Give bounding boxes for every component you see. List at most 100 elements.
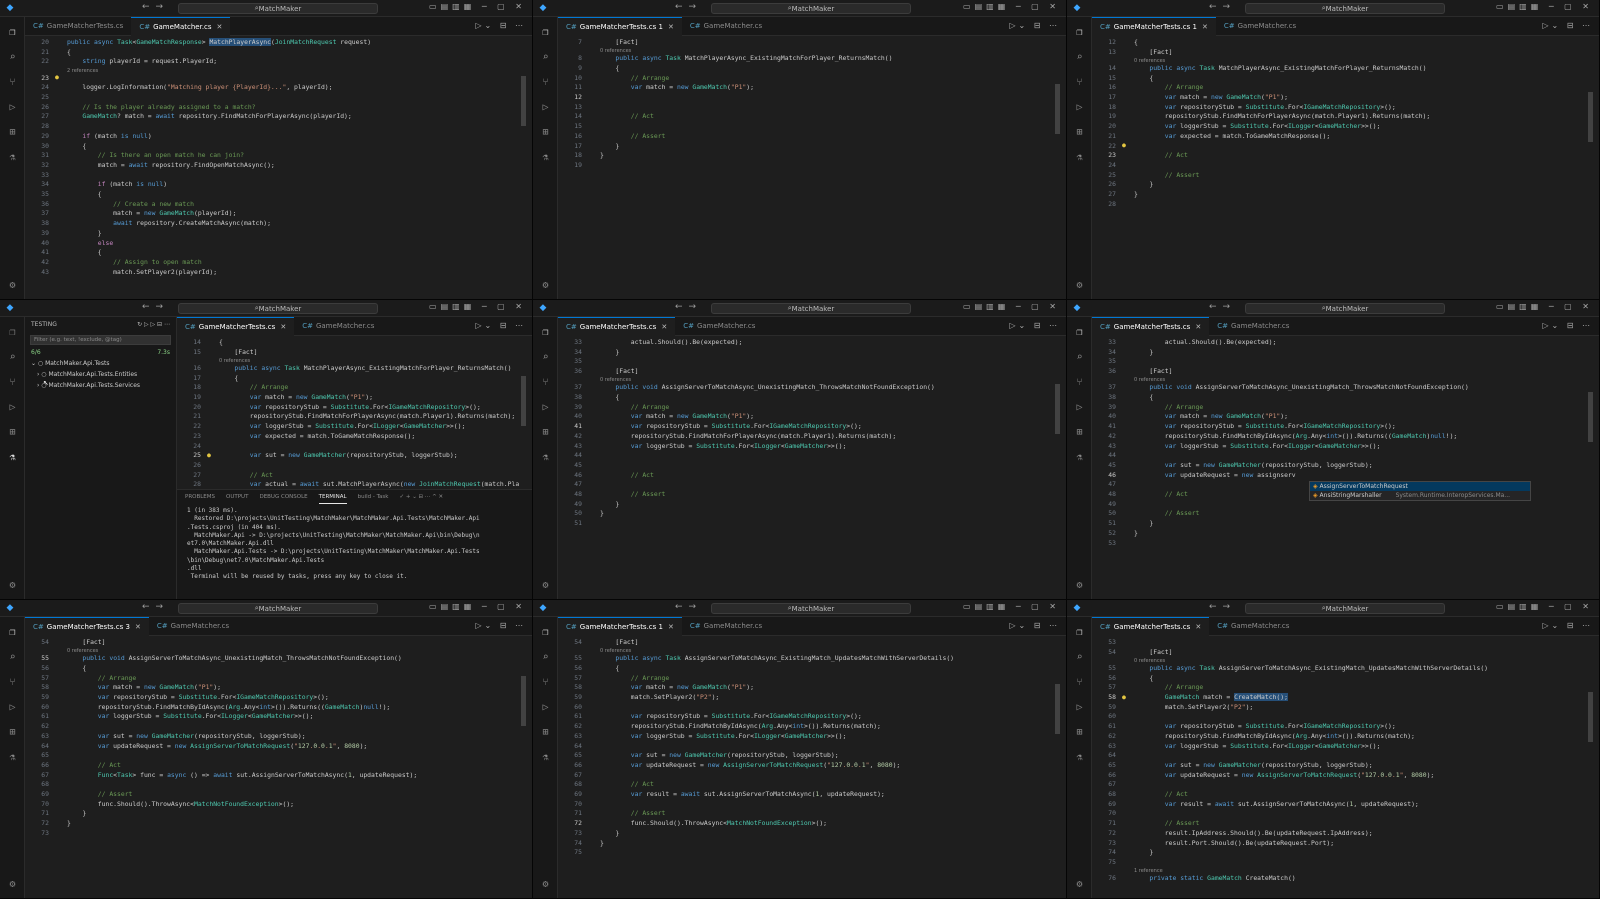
- lightbulb-icon[interactable]: ●: [1122, 141, 1126, 149]
- window-controls[interactable]: ▭▤▥▦ ─ ▢ ✕: [963, 602, 1060, 611]
- testing-icon[interactable]: ⚗: [6, 752, 19, 763]
- extensions-icon[interactable]: ⊞: [6, 427, 19, 438]
- code-editor[interactable]: 54 [Fact] 0 references 55 public void Assi…: [25, 636, 532, 898]
- extensions-icon[interactable]: ⊞: [539, 727, 552, 738]
- terminal-task-label[interactable]: build - Task: [358, 494, 389, 504]
- testing-icon[interactable]: ⚗: [6, 152, 19, 163]
- gear-icon[interactable]: ⚙: [1073, 580, 1086, 591]
- testing-icon[interactable]: ⚗: [6, 452, 19, 463]
- testing-icon[interactable]: ⚗: [539, 152, 552, 163]
- close-icon[interactable]: ✕: [1202, 23, 1208, 31]
- testing-actions-icon[interactable]: ↻ ▷ ▷ ⊟ ⋯: [137, 321, 170, 329]
- tab-source[interactable]: C# GameMatcher.cs: [1216, 17, 1304, 36]
- command-center-search[interactable]: ⌕ MatchMaker: [178, 3, 378, 14]
- search-icon[interactable]: ⌕: [539, 352, 552, 363]
- testing-icon[interactable]: ⚗: [1073, 752, 1086, 763]
- tab-source[interactable]: C# GameMatcher.cs: [682, 17, 770, 36]
- code-editor[interactable]: 7 [Fact] 0 references 8 public async Task …: [558, 36, 1066, 299]
- close-icon[interactable]: ✕: [135, 623, 141, 631]
- back-forward-icon[interactable]: ←→: [142, 2, 169, 12]
- gear-icon[interactable]: ⚙: [6, 280, 19, 291]
- editor-actions-icon[interactable]: ▷⌄ ⊟ ⋯: [475, 621, 526, 630]
- editor-actions-icon[interactable]: ▷⌄ ⊟ ⋯: [1542, 321, 1593, 330]
- close-icon[interactable]: ✕: [668, 623, 674, 631]
- close-icon[interactable]: ✕: [1195, 623, 1201, 631]
- tab-tests[interactable]: C# GameMatcherTests.cs ✕: [177, 317, 295, 336]
- tab-tests[interactable]: C# GameMatcherTests.cs ✕: [558, 317, 676, 336]
- suggestion-item[interactable]: ◈ AnsiStringMarshaller System.Runtime.Int…: [1310, 491, 1530, 500]
- code-editor[interactable]: 33 actual.Should().Be(expected); 34 } 35 36…: [558, 336, 1066, 599]
- tab-tests[interactable]: C# GameMatcherTests.cs 1 ✕: [558, 617, 682, 636]
- back-forward-icon[interactable]: ←→: [675, 302, 702, 312]
- command-center-search[interactable]: ⌕ MatchMaker: [1245, 3, 1445, 14]
- panel-tab[interactable]: TERMINAL: [318, 494, 347, 504]
- search-icon[interactable]: ⌕: [6, 652, 19, 663]
- lightbulb-icon[interactable]: ●: [55, 73, 59, 81]
- command-center-search[interactable]: ⌕ MatchMaker: [1245, 303, 1445, 314]
- explorer-icon[interactable]: ❐: [6, 627, 19, 638]
- panel-tab[interactable]: PROBLEMS: [185, 494, 215, 504]
- back-forward-icon[interactable]: ←→: [142, 602, 169, 612]
- close-icon[interactable]: ✕: [661, 323, 667, 331]
- source-control-icon[interactable]: ⑂: [539, 677, 552, 688]
- explorer-icon[interactable]: ❐: [539, 27, 552, 38]
- panel-tab[interactable]: OUTPUT: [226, 494, 248, 504]
- window-controls[interactable]: ▭▤▥▦ ─ ▢ ✕: [429, 2, 526, 11]
- code-editor[interactable]: 53 54 [Fact] 0 references 55 public async T…: [1092, 636, 1599, 898]
- scrollbar[interactable]: [1055, 684, 1060, 734]
- scrollbar[interactable]: [1588, 392, 1593, 442]
- scrollbar[interactable]: [1588, 92, 1593, 142]
- scrollbar[interactable]: [521, 376, 526, 426]
- run-debug-icon[interactable]: ▷: [6, 402, 19, 413]
- test-tree-item[interactable]: ⌄ ○ MatchMaker.Api.Tests: [25, 358, 176, 369]
- tab-tests[interactable]: C# GameMatcherTests.cs ✕: [1092, 317, 1210, 336]
- tab-tests[interactable]: C# GameMatcherTests.cs ✕: [1092, 617, 1210, 636]
- command-center-search[interactable]: ⌕ MatchMaker: [178, 603, 378, 614]
- tab-source[interactable]: C# GameMatcher.cs: [682, 617, 770, 636]
- code-editor[interactable]: 14{15 [Fact] 0 references 16 public async …: [177, 336, 532, 489]
- explorer-icon[interactable]: ❐: [1073, 327, 1086, 338]
- scrollbar[interactable]: [1588, 692, 1593, 742]
- search-icon[interactable]: ⌕: [6, 352, 19, 363]
- panel-tab[interactable]: DEBUG CONSOLE: [259, 494, 307, 504]
- run-debug-icon[interactable]: ▷: [1073, 702, 1086, 713]
- close-icon[interactable]: ✕: [1195, 323, 1201, 331]
- testing-icon[interactable]: ⚗: [539, 452, 552, 463]
- tab-source[interactable]: C# GameMatcher.cs ✕: [131, 17, 231, 36]
- source-control-icon[interactable]: ⑂: [1073, 377, 1086, 388]
- explorer-icon[interactable]: ❐: [1073, 27, 1086, 38]
- source-control-icon[interactable]: ⑂: [539, 77, 552, 88]
- window-controls[interactable]: ▭▤▥▦ ─ ▢ ✕: [429, 602, 526, 611]
- testing-icon[interactable]: ⚗: [1073, 152, 1086, 163]
- command-center-search[interactable]: ⌕ MatchMaker: [711, 303, 911, 314]
- extensions-icon[interactable]: ⊞: [6, 127, 19, 138]
- scrollbar[interactable]: [1055, 384, 1060, 434]
- code-editor[interactable]: 12{13 [Fact] 0 references 14 public async …: [1092, 36, 1599, 299]
- close-icon[interactable]: ✕: [217, 23, 223, 31]
- command-center-search[interactable]: ⌕ MatchMaker: [711, 3, 911, 14]
- tab-source[interactable]: C# GameMatcher.cs: [675, 317, 763, 336]
- tab-source[interactable]: C# GameMatcher.cs: [149, 617, 237, 636]
- extensions-icon[interactable]: ⊞: [539, 127, 552, 138]
- editor-actions-icon[interactable]: ▷⌄ ⊟ ⋯: [1009, 321, 1060, 330]
- suggestion-item[interactable]: ◈ AssignServerToMatchRequest: [1310, 482, 1530, 492]
- editor-actions-icon[interactable]: ▷⌄ ⊟ ⋯: [475, 21, 526, 30]
- command-center-search[interactable]: ⌕ MatchMaker: [1245, 603, 1445, 614]
- gear-icon[interactable]: ⚙: [1073, 879, 1086, 890]
- scrollbar[interactable]: [1055, 84, 1060, 134]
- window-controls[interactable]: ▭▤▥▦ ─ ▢ ✕: [963, 302, 1060, 311]
- window-controls[interactable]: ▭▤▥▦ ─ ▢ ✕: [1496, 302, 1593, 311]
- gear-icon[interactable]: ⚙: [539, 580, 552, 591]
- source-control-icon[interactable]: ⑂: [6, 377, 19, 388]
- run-debug-icon[interactable]: ▷: [1073, 402, 1086, 413]
- source-control-icon[interactable]: ⑂: [6, 677, 19, 688]
- tab-source[interactable]: C# GameMatcher.cs: [294, 317, 382, 336]
- command-center-search[interactable]: ⌕ MatchMaker: [711, 603, 911, 614]
- back-forward-icon[interactable]: ←→: [142, 302, 169, 312]
- tab-tests[interactable]: C# GameMatcherTests.cs 3 ✕: [25, 617, 149, 636]
- editor-actions-icon[interactable]: ▷⌄ ⊟ ⋯: [1009, 21, 1060, 30]
- gear-icon[interactable]: ⚙: [539, 280, 552, 291]
- lightbulb-icon[interactable]: ●: [1122, 693, 1126, 701]
- tab-tests[interactable]: C# GameMatcherTests.cs 1 ✕: [558, 17, 682, 36]
- codelens-references[interactable]: 2 references: [67, 68, 98, 74]
